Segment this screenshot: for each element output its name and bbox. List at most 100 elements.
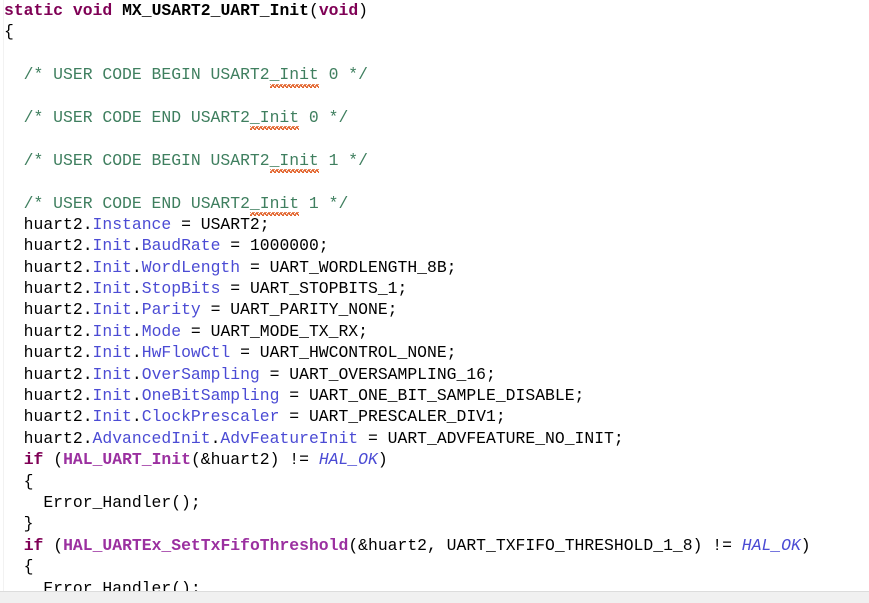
struct-field-token: WordLength <box>141 257 241 277</box>
code-line[interactable]: /* USER CODE END USART2_Init 0 */ <box>4 106 866 131</box>
comment-token: 1 */ <box>299 193 349 213</box>
code-line[interactable]: /* USER CODE BEGIN USART2_Init 0 */ <box>4 64 866 88</box>
code-token: (&huart2) != <box>190 450 319 470</box>
code-line[interactable]: } <box>4 513 866 534</box>
code-line[interactable]: /* USER CODE BEGIN USART2_Init 1 */ <box>4 149 866 174</box>
code-line[interactable]: Error_Handler(); <box>4 492 866 513</box>
code-line[interactable]: huart2.Init.ClockPrescaler = UART_PRESCA… <box>4 406 866 427</box>
code-line[interactable]: huart2.Init.OneBitSampling = UART_ONE_BI… <box>4 385 866 406</box>
code-token: = UART_MODE_TX_RX; <box>181 321 368 341</box>
code-token: huart2. <box>4 386 93 406</box>
macro-token: HAL_OK <box>318 450 378 470</box>
struct-field-token: ClockPrescaler <box>141 407 280 427</box>
code-text-area[interactable]: static void MX_USART2_UART_Init(void){ /… <box>4 0 866 598</box>
code-token: Error_Handler(); <box>4 492 201 512</box>
comment-token: /* USER CODE END USART2 <box>4 193 250 213</box>
code-token: ( <box>43 535 64 555</box>
code-token: = UART_WORDLENGTH_8B; <box>240 257 457 277</box>
code-token: ) <box>358 1 369 20</box>
code-line[interactable]: /* USER CODE END USART2_Init 1 */ <box>4 192 866 217</box>
struct-field-token: Init <box>92 236 132 256</box>
code-line[interactable]: { <box>4 471 866 492</box>
code-line[interactable]: huart2.Init.OverSampling = UART_OVERSAMP… <box>4 364 866 385</box>
code-token: huart2. <box>4 279 93 299</box>
keyword-token: if <box>23 535 44 555</box>
code-line[interactable] <box>4 171 866 192</box>
horizontal-scrollbar[interactable] <box>0 591 869 603</box>
code-token: } <box>4 514 34 534</box>
code-token: = UART_OVERSAMPLING_16; <box>259 364 496 384</box>
code-line[interactable]: huart2.Init.StopBits = UART_STOPBITS_1; <box>4 278 866 299</box>
code-line[interactable]: if (HAL_UARTEx_SetTxFifoThreshold(&huart… <box>4 535 866 556</box>
code-token: ( <box>43 450 64 470</box>
struct-field-token: HwFlowCtl <box>141 343 231 363</box>
struct-field-token: Init <box>92 321 132 341</box>
comment-token: 0 */ <box>318 65 368 85</box>
code-line[interactable]: if (HAL_UART_Init(&huart2) != HAL_OK) <box>4 449 866 470</box>
spellcheck-underlined-word: _Init <box>249 106 300 131</box>
code-line[interactable]: huart2.Init.WordLength = UART_WORDLENGTH… <box>4 257 866 278</box>
code-line[interactable]: huart2.AdvancedInit.AdvFeatureInit = UAR… <box>4 428 866 449</box>
code-token: ) <box>800 535 811 555</box>
code-token: { <box>4 22 14 42</box>
code-editor[interactable]: static void MX_USART2_UART_Init(void){ /… <box>0 0 869 603</box>
code-line[interactable]: huart2.Init.HwFlowCtl = UART_HWCONTROL_N… <box>4 342 866 363</box>
spellcheck-underlined-word: _Init <box>269 64 319 88</box>
code-token: . <box>131 279 142 299</box>
struct-field-token: Instance <box>92 214 172 234</box>
struct-field-token: Init <box>92 257 132 277</box>
function-name: HAL_UART_Init <box>63 450 191 470</box>
code-token: (&huart2, UART_TXFIFO_THRESHOLD_1_8) != <box>348 535 742 555</box>
code-token: huart2. <box>4 428 93 448</box>
code-token: ( <box>308 1 319 20</box>
code-token: huart2. <box>4 343 93 363</box>
code-token: huart2. <box>4 364 93 384</box>
code-line[interactable] <box>4 128 866 149</box>
code-token: huart2. <box>4 236 93 256</box>
code-token: = UART_ADVFEATURE_NO_INIT; <box>358 428 624 448</box>
code-token: { <box>4 557 34 577</box>
code-token: = UART_STOPBITS_1; <box>220 279 408 299</box>
code-token: . <box>131 386 142 406</box>
struct-field-token: AdvancedInit <box>92 428 211 448</box>
keyword-token: static <box>4 1 64 20</box>
struct-field-token: Parity <box>141 300 201 320</box>
code-line[interactable]: { <box>4 21 866 42</box>
code-line[interactable]: huart2.Init.Mode = UART_MODE_TX_RX; <box>4 321 866 342</box>
code-token: . <box>131 343 142 363</box>
code-token: ) <box>377 450 388 470</box>
horizontal-scrollbar-thumb[interactable] <box>0 593 620 602</box>
code-token: { <box>4 471 34 491</box>
code-token: = USART2; <box>171 214 270 234</box>
code-line[interactable] <box>4 43 866 64</box>
struct-field-token: Init <box>92 386 132 406</box>
code-token: = UART_PRESCALER_DIV1; <box>279 407 506 427</box>
code-line[interactable] <box>4 86 866 107</box>
code-line[interactable]: huart2.Init.BaudRate = 1000000; <box>4 235 866 256</box>
code-token: huart2. <box>4 300 93 320</box>
struct-field-token: Init <box>92 364 132 384</box>
keyword-token: if <box>23 450 44 470</box>
code-token: huart2. <box>4 321 93 341</box>
code-token: . <box>210 428 221 448</box>
struct-field-token: StopBits <box>141 279 221 299</box>
code-line[interactable]: { <box>4 556 866 577</box>
code-line[interactable]: static void MX_USART2_UART_Init(void) <box>4 0 866 21</box>
code-token: huart2. <box>4 214 93 234</box>
code-token: = UART_HWCONTROL_NONE; <box>230 343 457 363</box>
comment-token: /* USER CODE BEGIN USART2 <box>4 150 270 170</box>
struct-field-token: Init <box>92 407 132 427</box>
code-token: . <box>131 321 142 341</box>
macro-token: HAL_OK <box>741 535 801 555</box>
code-token: huart2. <box>4 407 93 427</box>
struct-field-token: Init <box>92 300 132 320</box>
code-token: . <box>131 257 142 277</box>
code-line[interactable]: huart2.Instance = USART2; <box>4 214 866 235</box>
struct-field-token: AdvFeatureInit <box>220 428 359 448</box>
comment-token: /* USER CODE END USART2 <box>4 107 250 127</box>
struct-field-token: Mode <box>141 321 182 341</box>
code-line[interactable]: huart2.Init.Parity = UART_PARITY_NONE; <box>4 299 866 320</box>
